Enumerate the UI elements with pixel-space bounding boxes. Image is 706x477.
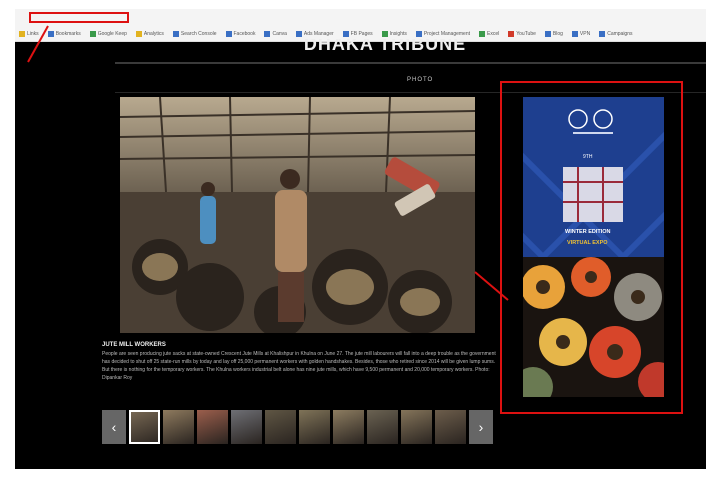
bookmark-label: Search Console: [180, 31, 217, 37]
address-bar[interactable]: [15, 9, 706, 27]
bookmark-item[interactable]: Links: [19, 31, 39, 37]
outer-margin: [0, 0, 706, 9]
bookmark-label: FB Pages: [350, 31, 373, 37]
bookmark-icon: [381, 31, 388, 37]
ad-expo-label: VIRTUAL EXPO: [567, 240, 608, 246]
gallery-thumbnail[interactable]: [299, 410, 330, 444]
url-highlight-box[interactable]: [29, 12, 129, 23]
bookmark-item[interactable]: FB Pages: [342, 31, 373, 37]
bookmark-item[interactable]: Google Keep: [89, 31, 127, 37]
bookmark-icon: [89, 31, 96, 37]
ad-edition-label: WINTER EDITION: [565, 229, 611, 235]
thumbnail-strip: ‹ ›: [102, 410, 493, 444]
bookmark-label: Canva: [272, 31, 287, 37]
bookmark-label: Excel: [487, 31, 500, 37]
bookmark-item[interactable]: Facebook: [225, 31, 256, 37]
bookmark-icon: [571, 31, 578, 37]
bookmark-icon: [544, 31, 551, 37]
bookmark-label: Bookmarks: [55, 31, 81, 37]
bookmark-label: Ads Manager: [303, 31, 334, 37]
gallery-thumbnail[interactable]: [129, 410, 160, 444]
bookmark-label: Campaigns: [607, 31, 633, 37]
advertisement[interactable]: 9TH WINTER EDITION VIRTUAL EXPO: [523, 97, 664, 397]
bookmark-label: Facebook: [233, 31, 256, 37]
bookmark-item[interactable]: Bookmarks: [47, 31, 81, 37]
bookmark-icon: [479, 31, 486, 37]
bookmark-icon: [264, 31, 271, 37]
header-divider: [115, 62, 706, 64]
bookmark-icon: [135, 31, 142, 37]
gallery-thumbnail[interactable]: [231, 410, 262, 444]
bookmark-icon: [295, 31, 302, 37]
bookmark-icon: [415, 31, 422, 37]
gallery-thumbnail[interactable]: [401, 410, 432, 444]
bookmark-icon: [599, 31, 606, 37]
bookmark-label: Analytics: [143, 31, 164, 37]
bookmark-label: Google Keep: [97, 31, 127, 37]
caption-title: JUTE MILL WORKERS: [102, 342, 166, 348]
bookmark-item[interactable]: Blog: [544, 31, 563, 37]
bookmark-icon: [508, 31, 515, 37]
bookmark-label: Blog: [552, 31, 563, 37]
gallery-thumbnail[interactable]: [197, 410, 228, 444]
gallery-thumbnail[interactable]: [163, 410, 194, 444]
bookmark-icon: [225, 31, 232, 37]
gallery-prev-button[interactable]: ‹: [102, 410, 126, 444]
bookmark-icon: [47, 31, 54, 37]
bookmark-icon: [342, 31, 349, 37]
bookmark-label: Project Management: [423, 31, 471, 37]
bookmark-item[interactable]: Project Management: [415, 31, 471, 37]
bookmark-label: YouTube: [516, 31, 536, 37]
gallery-thumbnail[interactable]: [435, 410, 466, 444]
gallery-thumbnail[interactable]: [367, 410, 398, 444]
gallery-next-button[interactable]: ›: [469, 410, 493, 444]
gallery-thumbnail[interactable]: [333, 410, 364, 444]
caption-text: People are seen producing jute sacks at …: [102, 351, 496, 381]
section-label[interactable]: PHOTO: [407, 77, 433, 83]
bookmark-item[interactable]: Insights: [381, 31, 407, 37]
bookmark-label: Insights: [389, 31, 407, 37]
bookmark-item[interactable]: Analytics: [135, 31, 164, 37]
main-photo: [120, 97, 475, 333]
site-title[interactable]: DHAKA TRIBUNE: [195, 39, 575, 53]
bookmark-item[interactable]: Canva: [264, 31, 287, 37]
bookmark-item[interactable]: YouTube: [508, 31, 536, 37]
gallery-thumbnail[interactable]: [265, 410, 296, 444]
bookmark-item[interactable]: Excel: [479, 31, 499, 37]
bookmark-icon: [172, 31, 179, 37]
bookmark-item[interactable]: Search Console: [172, 31, 217, 37]
bookmark-label: Links: [27, 31, 39, 37]
ad-edition-number: 9TH: [583, 154, 593, 160]
bookmark-item[interactable]: Ads Manager: [295, 31, 334, 37]
bookmark-item[interactable]: VPN: [571, 31, 591, 37]
bookmark-label: VPN: [579, 31, 591, 37]
folder-icon: [19, 31, 25, 37]
bookmark-item[interactable]: Campaigns: [599, 31, 633, 37]
